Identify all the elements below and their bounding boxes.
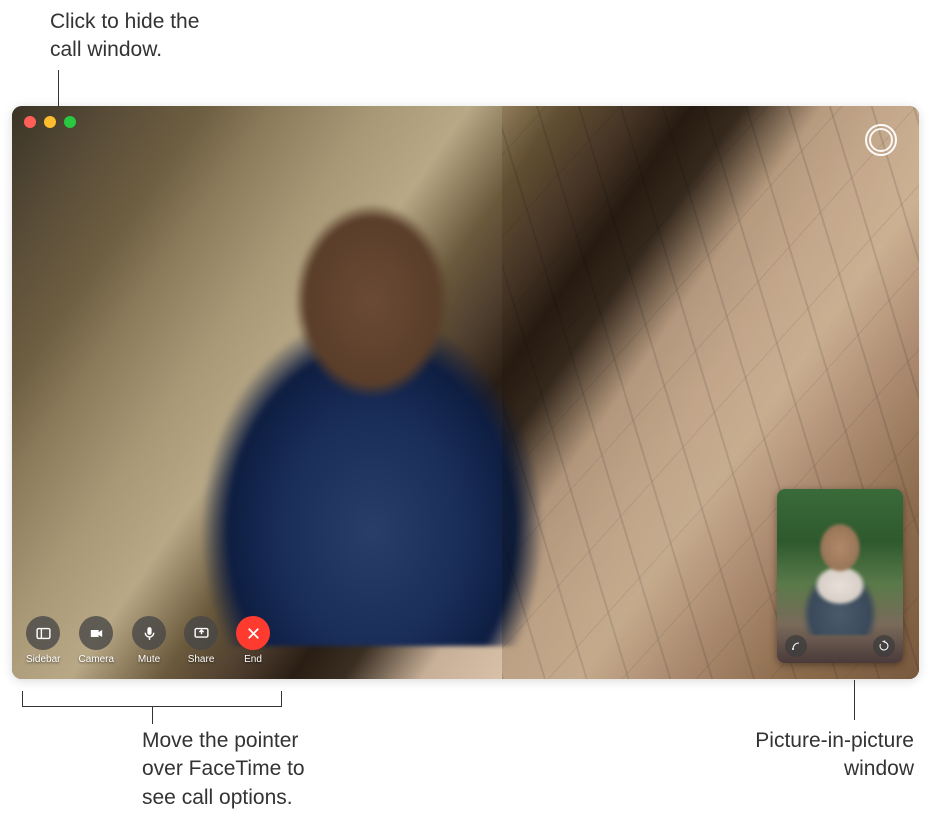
rotate-icon <box>878 640 890 652</box>
end-call-button[interactable]: End <box>236 616 270 665</box>
callout-call-options: Move the pointer over FaceTime to see ca… <box>142 727 305 812</box>
callout-pip-line <box>854 680 855 720</box>
pip-controls <box>777 635 903 657</box>
callout-bracket <box>22 691 282 707</box>
minimize-window-button[interactable] <box>44 116 56 128</box>
share-label: Share <box>188 654 215 665</box>
facetime-window: Sidebar Camera Mute Share End <box>12 106 919 679</box>
microphone-icon <box>141 625 158 642</box>
callout-bracket-stem <box>152 706 153 724</box>
share-screen-icon <box>193 625 210 642</box>
camera-label: Camera <box>78 654 114 665</box>
sidebar-icon <box>35 625 52 642</box>
end-label: End <box>244 654 262 665</box>
camera-icon <box>88 625 105 642</box>
share-button[interactable]: Share <box>184 616 218 665</box>
window-controls <box>24 116 76 128</box>
close-window-button[interactable] <box>24 116 36 128</box>
callout-pip: Picture-in-picture window <box>664 727 914 784</box>
call-controls-bar: Sidebar Camera Mute Share End <box>26 616 270 665</box>
mute-label: Mute <box>138 654 160 665</box>
mute-button[interactable]: Mute <box>132 616 166 665</box>
sidebar-button[interactable]: Sidebar <box>26 616 60 665</box>
effects-icon <box>790 640 802 652</box>
pip-effects-button[interactable] <box>785 635 807 657</box>
live-photo-button[interactable] <box>865 124 897 156</box>
callout-hide-window: Click to hide the call window. <box>50 8 199 65</box>
fullscreen-window-button[interactable] <box>64 116 76 128</box>
sidebar-label: Sidebar <box>26 654 60 665</box>
close-icon <box>245 625 262 642</box>
camera-button[interactable]: Camera <box>78 616 114 665</box>
pip-window[interactable] <box>777 489 903 663</box>
pip-rotate-button[interactable] <box>873 635 895 657</box>
